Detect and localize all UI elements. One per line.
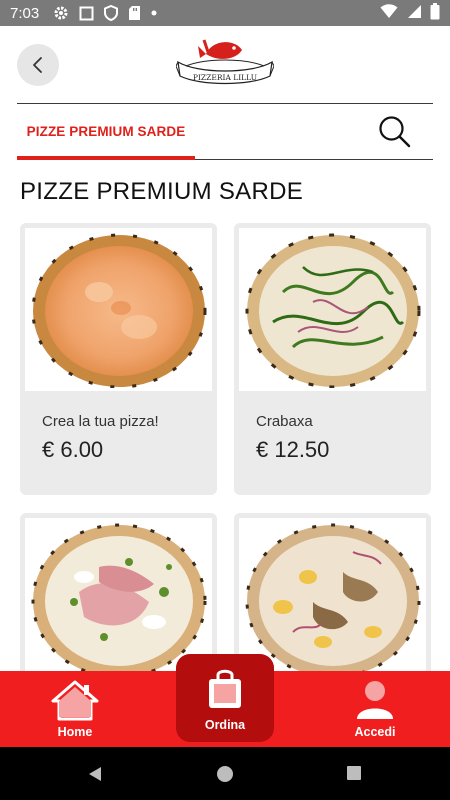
shield-icon: [104, 5, 119, 21]
product-image: [239, 228, 426, 391]
back-button[interactable]: [17, 44, 59, 86]
app-screen: 7:03 PIZZERIA LILLU PIZZE PREMIUM SARDE …: [0, 0, 450, 800]
dot-icon: [151, 10, 157, 16]
search-icon: [379, 116, 411, 148]
product-price: € 6.00: [42, 437, 104, 462]
gear-icon: [53, 5, 69, 21]
product-name: Crabaxa: [256, 413, 313, 430]
nav-home-label: Home: [57, 725, 93, 739]
nav-accedi-label: Accedi: [354, 725, 396, 739]
sd-card-icon: [128, 5, 141, 21]
back-triangle-icon[interactable]: [86, 765, 104, 783]
status-right: [380, 2, 440, 24]
product-image: [25, 228, 212, 391]
tab-label: PIZZE PREMIUM SARDE: [26, 124, 186, 139]
battery-icon: [430, 2, 440, 24]
product-price: € 12.50: [256, 437, 330, 462]
signal-icon: [406, 4, 422, 23]
status-time: 7:03: [10, 4, 40, 22]
home-circle-icon[interactable]: [216, 765, 234, 783]
shopping-bag-icon: [209, 669, 241, 708]
app-header: PIZZERIA LILLU: [0, 26, 450, 104]
nav-accedi[interactable]: Accedi: [335, 679, 415, 743]
product-card[interactable]: Crabaxa € 12.50: [234, 223, 431, 495]
square-icon: [79, 6, 94, 21]
nav-home[interactable]: Home: [35, 679, 115, 743]
status-bar: 7:03: [0, 0, 450, 26]
tab-pizze-premium-sarde[interactable]: PIZZE PREMIUM SARDE: [17, 104, 195, 159]
nav-ordina[interactable]: Ordina: [176, 654, 274, 742]
product-card[interactable]: Crea la tua pizza! € 6.00: [20, 223, 217, 495]
wifi-icon: [380, 3, 398, 23]
pizzeria-logo: PIZZERIA LILLU: [175, 36, 275, 94]
active-tab-indicator: [17, 156, 195, 160]
section-title: PIZZE PREMIUM SARDE: [20, 178, 304, 205]
system-nav-bar: [0, 747, 450, 800]
search-button[interactable]: [377, 114, 413, 150]
chevron-left-icon: [33, 57, 42, 73]
product-name: Crea la tua pizza!: [42, 413, 159, 430]
user-icon: [357, 681, 393, 719]
recents-square-icon[interactable]: [346, 765, 362, 781]
category-bar: PIZZE PREMIUM SARDE: [17, 104, 433, 160]
logo-text: PIZZERIA LILLU: [193, 73, 257, 82]
home-icon: [51, 680, 99, 721]
nav-ordina-label: Ordina: [204, 718, 246, 732]
